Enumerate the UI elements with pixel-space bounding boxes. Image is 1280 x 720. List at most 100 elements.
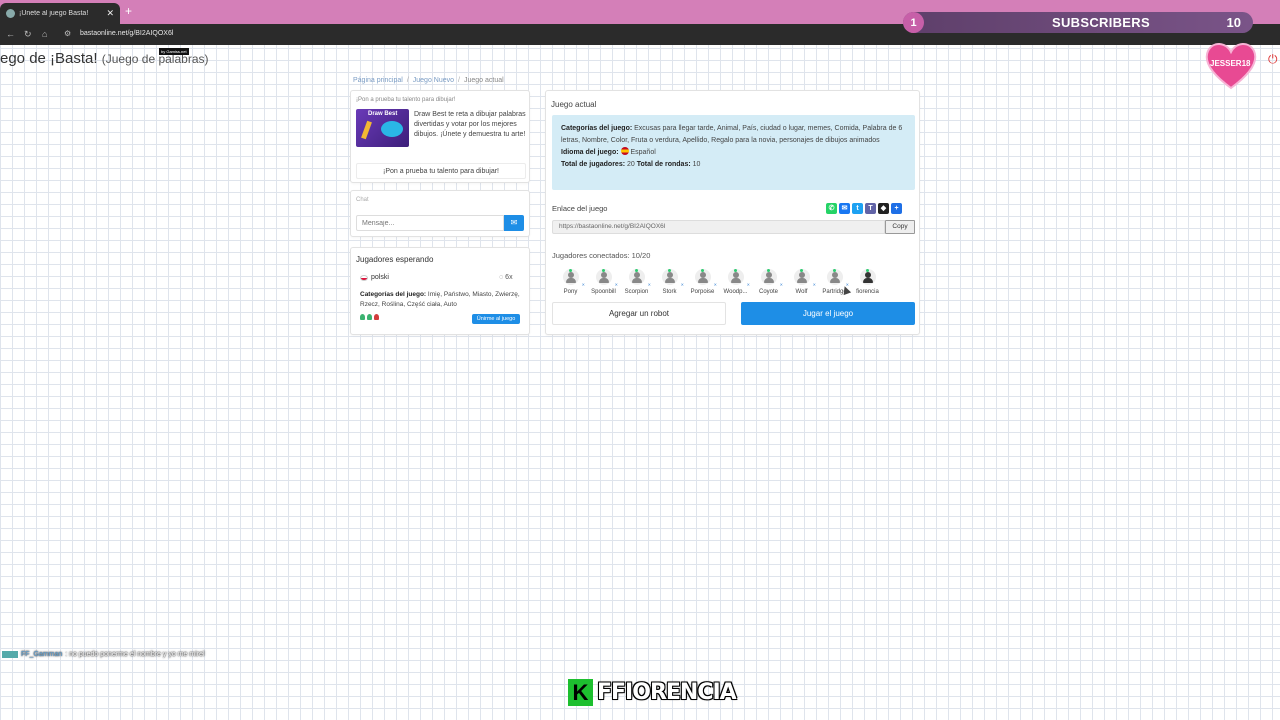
online-indicator [667, 269, 671, 272]
player-slot[interactable]: ✕ Porpoise [686, 269, 719, 295]
play-game-button[interactable]: Jugar el juego [741, 302, 915, 325]
share-buttons: ✆ ✉ t T ◆ + [826, 203, 902, 214]
player-name: Pony [563, 289, 578, 295]
player-name: Coyote [758, 289, 778, 295]
subscriber-goal-overlay: 1 SUBSCRIBERS 10 [903, 12, 1253, 33]
remove-player-icon[interactable]: ✕ [813, 282, 816, 287]
page-title-text: ego de ¡Basta! [0, 50, 98, 67]
user-avatar-icon [826, 269, 843, 285]
player-name: Woodp... [723, 289, 748, 295]
promo-cta-button[interactable]: ¡Pon a prueba tu talento para dibujar! [356, 163, 526, 179]
game-rounds-label: Total de rondas: [636, 161, 691, 168]
snapchat-icon[interactable]: ◆ [878, 203, 889, 214]
player-name: Scorpion [624, 289, 649, 295]
chat-send-button[interactable]: ✉ [504, 215, 524, 231]
stream-chat-text: : no puedo ponerme el nombre y yo me mir… [65, 651, 205, 658]
online-indicator [601, 269, 605, 272]
close-icon[interactable]: ✕ [106, 8, 114, 19]
promo-image-label: Draw Best [368, 111, 398, 117]
remove-player-icon[interactable]: ✕ [582, 282, 585, 287]
remove-player-icon[interactable]: ✕ [648, 282, 651, 287]
player-slot[interactable]: ✕ Spoonbill [587, 269, 620, 295]
paint-splash-icon [381, 121, 403, 137]
remove-player-icon[interactable]: ✕ [615, 282, 618, 287]
waiting-rounds-value: 6x [505, 274, 513, 281]
copy-link-button[interactable]: Copy [885, 220, 915, 234]
new-tab-icon[interactable]: + [125, 4, 132, 18]
player-slot[interactable]: ✕ Coyote [752, 269, 785, 295]
power-icon[interactable]: ⏻ [1268, 52, 1278, 67]
back-icon[interactable]: ← [6, 29, 15, 39]
player-slot[interactable]: ✕ Pony [554, 269, 587, 295]
promo-image[interactable]: Draw Best [356, 109, 409, 147]
add-robot-button[interactable]: Agregar un robot [552, 302, 726, 325]
waiting-language-label: polski [371, 274, 389, 281]
remove-player-icon[interactable]: ✕ [747, 282, 750, 287]
player-pawn-icon [374, 314, 379, 320]
byline-badge: by Gamiss.net [159, 48, 189, 55]
game-language-value: Español [630, 149, 656, 156]
user-avatar-icon [760, 269, 777, 285]
game-players-value: 20 [627, 161, 635, 168]
waiting-language: polski [360, 274, 389, 281]
online-indicator [799, 269, 803, 272]
promo-description: Draw Best te reta a dibujar palabras div… [414, 111, 526, 138]
breadcrumb-separator: / [406, 77, 409, 84]
subscriber-start-count: 1 [903, 12, 924, 33]
messenger-icon[interactable]: ✉ [839, 203, 850, 214]
player-pawn-icon [367, 314, 372, 320]
spinner-icon: ◌ [499, 274, 504, 281]
favicon-icon [6, 9, 15, 18]
home-icon[interactable]: ⌂ [42, 29, 47, 39]
reload-icon[interactable]: ↻ [24, 29, 32, 40]
game-players-label: Total de jugadores: [561, 161, 626, 168]
user-avatar-icon [793, 269, 810, 285]
poland-flag-icon [360, 274, 368, 281]
breadcrumb-home[interactable]: Página principal [353, 77, 403, 84]
game-language-label: Idioma del juego: [561, 149, 619, 156]
tab-title: ¡Únete al juego Basta! [19, 10, 89, 17]
game-title: Juego actual [551, 100, 597, 109]
player-slot[interactable]: ✕ Wolf [785, 269, 818, 295]
online-indicator [865, 269, 869, 272]
remove-player-icon[interactable]: ✕ [780, 282, 783, 287]
teams-icon[interactable]: T [865, 203, 876, 214]
user-avatar-icon [595, 269, 612, 285]
player-slot[interactable]: ✕ Stork [653, 269, 686, 295]
page-subtitle: (Juego de palabras) [101, 52, 209, 66]
game-rounds-value: 10 [692, 161, 701, 168]
breadcrumb-new-game[interactable]: Juego Nuevo [413, 77, 454, 84]
waiting-heading: Jugadores esperando [356, 255, 434, 264]
player-name: Wolf [795, 289, 808, 295]
player-name: fiorencia [856, 289, 879, 295]
promo-card: ¡Pon a prueba tu talento para dibujar! D… [350, 90, 530, 183]
game-link-field[interactable]: https://bastaonline.net/g/BI2AIQOX6l [552, 220, 885, 234]
site-info-icon[interactable]: ⚙ [64, 29, 71, 38]
stream-chat-message: FF_Gamman : no puedo ponerme el nombre y… [2, 651, 205, 658]
online-indicator [766, 269, 770, 272]
game-totals: Total de jugadores: 20 Total de rondas: … [561, 159, 906, 171]
join-game-button[interactable]: Únirme al juego [472, 314, 520, 324]
connected-players-label: Jugadores conectados: 10/20 [552, 251, 651, 260]
remove-player-icon[interactable]: ✕ [681, 282, 684, 287]
breadcrumb-separator: / [458, 77, 460, 84]
connected-players-list: ✕ Pony ✕ Spoonbill ✕ Scorpion ✕ Stork ✕ Porpo… [554, 269, 884, 295]
stream-chat-user: FF_Gamman [21, 651, 63, 658]
browser-tab[interactable]: ¡Únete al juego Basta! ✕ [0, 3, 120, 24]
user-avatar-icon [694, 269, 711, 285]
chat-message-input[interactable] [356, 215, 504, 231]
subscriber-label: SUBSCRIBERS [1052, 15, 1150, 30]
online-indicator [733, 269, 737, 272]
player-slot[interactable]: ✕ Woodp... [719, 269, 752, 295]
online-indicator [568, 269, 572, 272]
waiting-categories: Categorías del juego: Imię, Państwo, Mia… [360, 290, 525, 310]
twitter-icon[interactable]: t [852, 203, 863, 214]
player-slot[interactable]: ✕ Scorpion [620, 269, 653, 295]
online-indicator [700, 269, 704, 272]
remove-player-icon[interactable]: ✕ [714, 282, 717, 287]
whatsapp-icon[interactable]: ✆ [826, 203, 837, 214]
url-field[interactable]: bastaonline.net/g/BI2AIQOX6l [80, 30, 173, 37]
share-plus-icon[interactable]: + [891, 203, 902, 214]
game-info-panel: Categorías del juego: Excusas para llega… [552, 115, 915, 190]
player-name: Stork [662, 289, 677, 295]
